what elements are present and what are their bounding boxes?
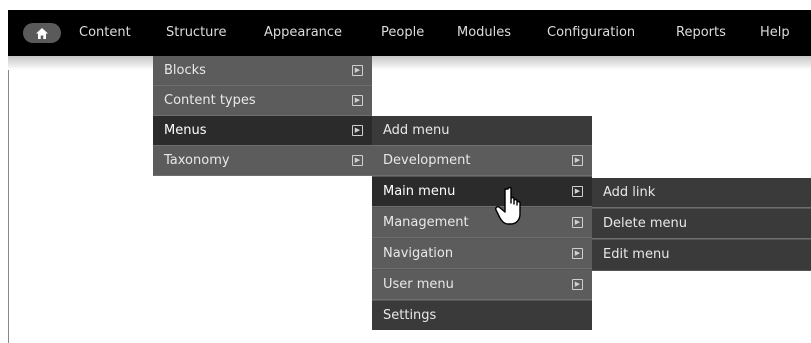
expand-arrow-icon: ▶ — [572, 155, 583, 166]
expand-arrow-icon: ▶ — [572, 186, 583, 197]
expand-arrow-icon: ▶ — [352, 95, 363, 106]
toolbar-item-configuration[interactable]: Configuration — [547, 10, 635, 56]
menu-item-menus[interactable]: Menus ▶ — [153, 116, 372, 146]
menu-item-label: User menu — [383, 277, 454, 292]
menus-submenu: Add menu Development ▶ Main menu ▶ Manag… — [372, 116, 592, 330]
toolbar-item-help[interactable]: Help — [760, 10, 790, 56]
menu-item-label: Blocks — [164, 63, 206, 78]
home-button[interactable] — [23, 23, 61, 43]
menu-item-label: Management — [383, 215, 469, 230]
toolbar-item-modules[interactable]: Modules — [457, 10, 511, 56]
menu-item-blocks[interactable]: Blocks ▶ — [153, 56, 372, 86]
menu-item-label: Edit menu — [603, 247, 670, 262]
menu-item-settings[interactable]: Settings — [372, 301, 592, 330]
menu-item-label: Content types — [164, 93, 256, 108]
toolbar-item-structure[interactable]: Structure — [166, 10, 226, 56]
menu-item-delete-menu[interactable]: Delete menu — [592, 209, 811, 239]
toolbar-item-people[interactable]: People — [381, 10, 424, 56]
menu-item-label: Add menu — [383, 123, 450, 138]
menu-item-add-link[interactable]: Add link — [592, 178, 811, 208]
toolbar-item-reports[interactable]: Reports — [676, 10, 726, 56]
expand-arrow-icon: ▶ — [352, 65, 363, 76]
structure-dropdown: Blocks ▶ Content types ▶ Menus ▶ Taxonom… — [153, 56, 372, 176]
menu-item-main-menu[interactable]: Main menu ▶ — [372, 177, 592, 207]
expand-arrow-icon: ▶ — [352, 125, 363, 136]
menu-item-label: Add link — [603, 185, 656, 200]
expand-arrow-icon: ▶ — [572, 279, 583, 290]
expand-arrow-icon: ▶ — [572, 248, 583, 259]
main-menu-submenu: Add link Delete menu Edit menu — [592, 178, 811, 271]
menu-item-development[interactable]: Development ▶ — [372, 146, 592, 176]
menu-item-add-menu[interactable]: Add menu — [372, 116, 592, 146]
menu-item-label: Development — [383, 153, 471, 168]
menu-item-edit-menu[interactable]: Edit menu — [592, 240, 811, 270]
toolbar-item-appearance[interactable]: Appearance — [264, 10, 342, 56]
menu-item-label: Settings — [383, 308, 437, 323]
menu-item-content-types[interactable]: Content types ▶ — [153, 86, 372, 116]
menu-item-label: Navigation — [383, 246, 454, 261]
hand-pointer-icon — [495, 186, 521, 225]
menu-item-user-menu[interactable]: User menu ▶ — [372, 270, 592, 300]
expand-arrow-icon: ▶ — [572, 217, 583, 228]
home-icon — [36, 27, 48, 39]
admin-toolbar: Content Structure Appearance People Modu… — [8, 10, 811, 56]
expand-arrow-icon: ▶ — [352, 155, 363, 166]
menu-item-label: Taxonomy — [164, 153, 230, 168]
menu-item-management[interactable]: Management ▶ — [372, 208, 592, 238]
menu-item-label: Main menu — [383, 184, 456, 199]
menu-item-label: Delete menu — [603, 216, 687, 231]
toolbar-item-content[interactable]: Content — [79, 10, 131, 56]
menu-item-taxonomy[interactable]: Taxonomy ▶ — [153, 146, 372, 176]
menu-item-label: Menus — [164, 123, 207, 138]
menu-item-navigation[interactable]: Navigation ▶ — [372, 239, 592, 269]
